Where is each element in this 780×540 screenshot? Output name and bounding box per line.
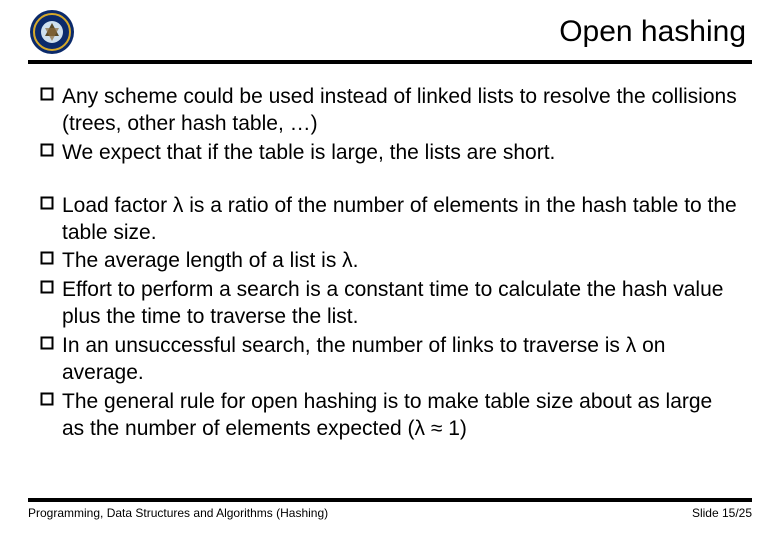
- bullet-text: In an unsuccessful search, the number of…: [62, 333, 740, 387]
- checkbox-bullet-icon: [40, 277, 62, 294]
- slide-body: Any scheme could be used instead of link…: [0, 64, 780, 443]
- footer-row: Programming, Data Structures and Algorit…: [28, 506, 752, 520]
- slide-title: Open hashing: [76, 15, 752, 49]
- checkbox-bullet-icon: [40, 389, 62, 406]
- bullet-text: The general rule for open hashing is to …: [62, 389, 740, 443]
- bullet-text: Effort to perform a search is a constant…: [62, 277, 740, 331]
- bullet-item: Load factor λ is a ratio of the number o…: [40, 193, 740, 247]
- slide: Open hashing Any scheme could be used in…: [0, 0, 780, 540]
- bullet-text: We expect that if the table is large, th…: [62, 140, 740, 167]
- bullet-text: Any scheme could be used instead of link…: [62, 84, 740, 138]
- divider-bottom: [28, 498, 752, 502]
- slide-header: Open hashing: [0, 0, 780, 60]
- bullet-item: Any scheme could be used instead of link…: [40, 84, 740, 138]
- bullet-group-2: Load factor λ is a ratio of the number o…: [40, 193, 740, 443]
- footer-right: Slide 15/25: [692, 506, 752, 520]
- checkbox-bullet-icon: [40, 84, 62, 101]
- checkbox-bullet-icon: [40, 248, 62, 265]
- checkbox-bullet-icon: [40, 140, 62, 157]
- footer-left: Programming, Data Structures and Algorit…: [28, 506, 328, 520]
- bullet-item: The general rule for open hashing is to …: [40, 389, 740, 443]
- bullet-text: Load factor λ is a ratio of the number o…: [62, 193, 740, 247]
- bullet-text: The average length of a list is λ.: [62, 248, 740, 275]
- bullet-item: The average length of a list is λ.: [40, 248, 740, 275]
- bullet-item: In an unsuccessful search, the number of…: [40, 333, 740, 387]
- logo-icon: [28, 8, 76, 56]
- checkbox-bullet-icon: [40, 333, 62, 350]
- slide-footer: Programming, Data Structures and Algorit…: [0, 498, 780, 520]
- bullet-item: Effort to perform a search is a constant…: [40, 277, 740, 331]
- bullet-item: We expect that if the table is large, th…: [40, 140, 740, 167]
- bullet-group-1: Any scheme could be used instead of link…: [40, 84, 740, 167]
- checkbox-bullet-icon: [40, 193, 62, 210]
